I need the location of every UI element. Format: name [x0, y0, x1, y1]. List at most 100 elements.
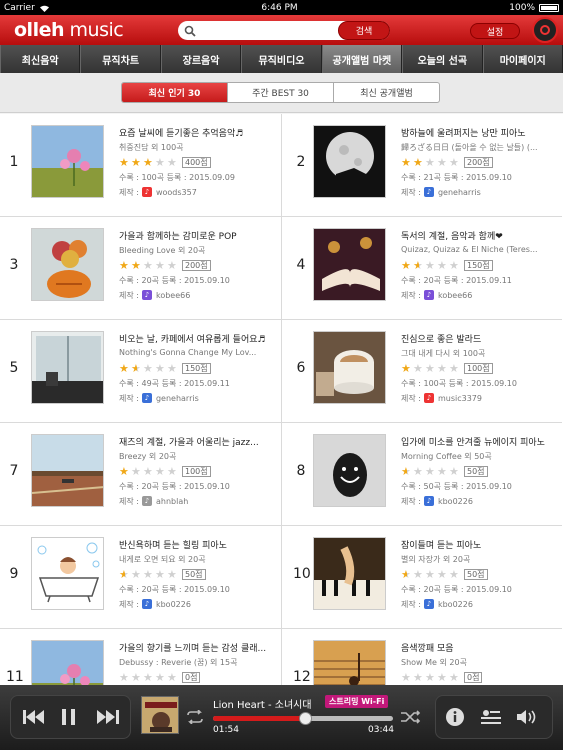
- album-rank: 12: [293, 669, 311, 685]
- playlist-icon[interactable]: [480, 699, 502, 735]
- author-label: 제작 :: [119, 290, 139, 300]
- album-thumbnail[interactable]: [31, 434, 104, 507]
- album-title[interactable]: 입가에 미소를 안겨줄 뉴에이지 피아노: [401, 435, 559, 448]
- star-icon: ★: [143, 568, 153, 581]
- album-card[interactable]: 8 입가에 미소를 안겨줄 뉴에이지 피아노 Morning Coffee 외 50…: [281, 423, 562, 526]
- music-note-icon: ♪: [423, 496, 434, 506]
- album-thumbnail[interactable]: [313, 434, 386, 507]
- star-icon: ★: [413, 260, 425, 271]
- album-card[interactable]: 1 요즘 날씨에 듣기좋은 추억음악♬ 취중진담 외 100곡 ★ ★ ★ ★ ★ 400점 수록…: [0, 114, 281, 217]
- album-thumbnail[interactable]: [313, 640, 386, 685]
- album-thumbnail[interactable]: [31, 640, 104, 685]
- nav-item-4[interactable]: 공개앨범 마켓: [321, 45, 403, 73]
- album-title[interactable]: 독서의 계절, 음악과 함께❤: [401, 229, 559, 242]
- album-title[interactable]: 요즘 날씨에 듣기좋은 추억음악♬: [119, 126, 277, 139]
- volume-icon[interactable]: [516, 699, 540, 735]
- repeat-icon[interactable]: [183, 699, 207, 735]
- album-card[interactable]: 6 진심으로 좋은 발라드 그대 내게 다시 외 100곡 ★ ★ ★ ★ ★ 100점 수록 :…: [281, 320, 562, 423]
- shuffle-icon[interactable]: [399, 699, 423, 735]
- album-card[interactable]: 7 재즈의 계절, 가을과 어울리는 jazz... Breezy 외 20곡 ★ ★ ★…: [0, 423, 281, 526]
- album-card[interactable]: 4 독서의 계절, 음악과 함께❤ Quizaz, Quizaz & El Nich…: [281, 217, 562, 320]
- album-card[interactable]: 2 밤하늘에 울려퍼지는 낭만 피아노 歸ろざる日日 (돌아올 수 없는 날들) (…: [281, 114, 562, 217]
- album-title[interactable]: 밤하늘에 울려퍼지는 낭만 피아노: [401, 126, 559, 139]
- album-title[interactable]: 재즈의 계절, 가을과 어울리는 jazz...: [119, 435, 277, 448]
- album-title[interactable]: 비오는 날, 카페에서 여유롭게 들어요♬: [119, 332, 277, 345]
- author-name[interactable]: woods357: [156, 188, 197, 197]
- author-name[interactable]: kobee66: [438, 291, 472, 300]
- search-button[interactable]: 검색: [338, 21, 390, 40]
- star-icon: ★: [449, 568, 459, 581]
- settings-button[interactable]: 설정: [470, 23, 520, 39]
- nav-item-3[interactable]: 뮤직비디오: [241, 45, 322, 73]
- author-name[interactable]: kbo0226: [438, 600, 473, 609]
- album-card[interactable]: 11 가을의 향기를 느끼며 듣는 감성 클래... Debussy : Rever…: [0, 629, 281, 685]
- search-box: 검색: [178, 21, 390, 40]
- star-icon: ★: [449, 671, 459, 684]
- progress-knob[interactable]: [298, 712, 312, 725]
- album-card[interactable]: 3 가을과 함께하는 감미로운 POP Bleeding Love 외 20곡 ★ ★ ★…: [0, 217, 281, 320]
- star-icon: ★: [167, 259, 177, 272]
- author-name[interactable]: ahnblah: [156, 497, 188, 506]
- author-name[interactable]: kbo0226: [438, 497, 473, 506]
- album-title[interactable]: 잠이들며 듣는 피아노: [401, 538, 559, 551]
- album-thumbnail[interactable]: [31, 331, 104, 404]
- app-logo[interactable]: olleh music: [14, 19, 174, 41]
- nav-item-0[interactable]: 최신음악: [0, 45, 81, 73]
- album-thumbnail[interactable]: [313, 125, 386, 198]
- next-track-icon[interactable]: [94, 699, 122, 735]
- album-subtitle: Bleeding Love 외 20곡: [119, 246, 206, 255]
- star-rating: ★ ★ ★ ★ ★: [119, 260, 179, 271]
- star-icon: ★: [449, 362, 459, 375]
- album-meta: 수록 : 20곡 등록 : 2015.09.10: [119, 585, 230, 594]
- author-name[interactable]: geneharris: [438, 188, 481, 197]
- album-thumbnail[interactable]: [31, 125, 104, 198]
- score-badge: 150점: [464, 260, 493, 271]
- album-title[interactable]: 가을의 향기를 느끼며 듣는 감성 클래...: [119, 641, 277, 654]
- score-badge: 50점: [464, 466, 488, 477]
- author-name[interactable]: geneharris: [156, 394, 199, 403]
- nav-item-6[interactable]: 마이페이지: [482, 45, 563, 73]
- star-icon: ★: [167, 671, 177, 684]
- album-title[interactable]: 반신욕하며 듣는 힐링 피아노: [119, 538, 277, 551]
- info-icon[interactable]: [444, 699, 466, 735]
- album-card[interactable]: 10 잠이들며 듣는 피아노 별의 자장가 외 20곡 ★ ★ ★ ★ ★ 50점 수록 : 20…: [281, 526, 562, 629]
- author-name[interactable]: music3379: [438, 394, 482, 403]
- album-thumbnail[interactable]: [31, 228, 104, 301]
- power-icon[interactable]: [532, 17, 558, 43]
- now-playing-cover[interactable]: [141, 696, 179, 734]
- album-thumbnail[interactable]: [313, 537, 386, 610]
- progress-bar[interactable]: [213, 712, 393, 725]
- album-subtitle: Breezy 외 20곡: [119, 452, 177, 461]
- star-icon: ★: [167, 568, 177, 581]
- album-thumbnail[interactable]: [313, 331, 386, 404]
- score-badge: 200점: [182, 260, 211, 271]
- album-card[interactable]: 12 음색깡패 모음 Show Me 외 20곡 ★ ★ ★ ★ ★ 0점: [281, 629, 562, 685]
- author-name[interactable]: kbo0226: [156, 600, 191, 609]
- star-icon: ★: [143, 671, 153, 684]
- album-card[interactable]: 9 반신욕하며 듣는 힐링 피아노 내게로 오면 되요 외 20곡 ★ ★ ★ ★ ★ 50점 수…: [0, 526, 281, 629]
- album-subtitle: 별의 자장가 외 20곡: [401, 555, 471, 564]
- star-icon: ★: [119, 465, 129, 478]
- album-title[interactable]: 가을과 함께하는 감미로운 POP: [119, 229, 277, 242]
- album-title[interactable]: 진심으로 좋은 발라드: [401, 332, 559, 345]
- subtab-0[interactable]: 최신 인기 30: [122, 83, 228, 102]
- album-thumbnail[interactable]: [313, 228, 386, 301]
- album-meta: 수록 : 20곡 등록 : 2015.09.10: [401, 585, 512, 594]
- star-rating: ★ ★ ★ ★ ★: [401, 157, 461, 168]
- subtab-1[interactable]: 주간 BEST 30: [228, 83, 334, 102]
- battery-icon: [539, 3, 559, 12]
- album-title[interactable]: 음색깡패 모음: [401, 641, 559, 654]
- star-icon: ★: [167, 465, 177, 478]
- score-badge: 200점: [464, 157, 493, 168]
- subtab-2[interactable]: 최신 공개앨범: [334, 83, 439, 102]
- album-card[interactable]: 5 비오는 날, 카페에서 여유롭게 들어요♬ Nothing's Gonna Ch…: [0, 320, 281, 423]
- nav-item-2[interactable]: 장르음악: [160, 45, 242, 73]
- nav-item-5[interactable]: 오늘의 선곡: [402, 45, 483, 73]
- album-meta: 수록 : 49곡 등록 : 2015.09.11: [119, 379, 230, 388]
- previous-track-icon[interactable]: [20, 699, 48, 735]
- album-thumbnail[interactable]: [31, 537, 104, 610]
- album-meta: 수록 : 21곡 등록 : 2015.09.10: [401, 173, 512, 182]
- nav-item-1[interactable]: 뮤직차트: [80, 45, 161, 73]
- author-name[interactable]: kobee66: [156, 291, 190, 300]
- pause-icon[interactable]: [56, 699, 82, 735]
